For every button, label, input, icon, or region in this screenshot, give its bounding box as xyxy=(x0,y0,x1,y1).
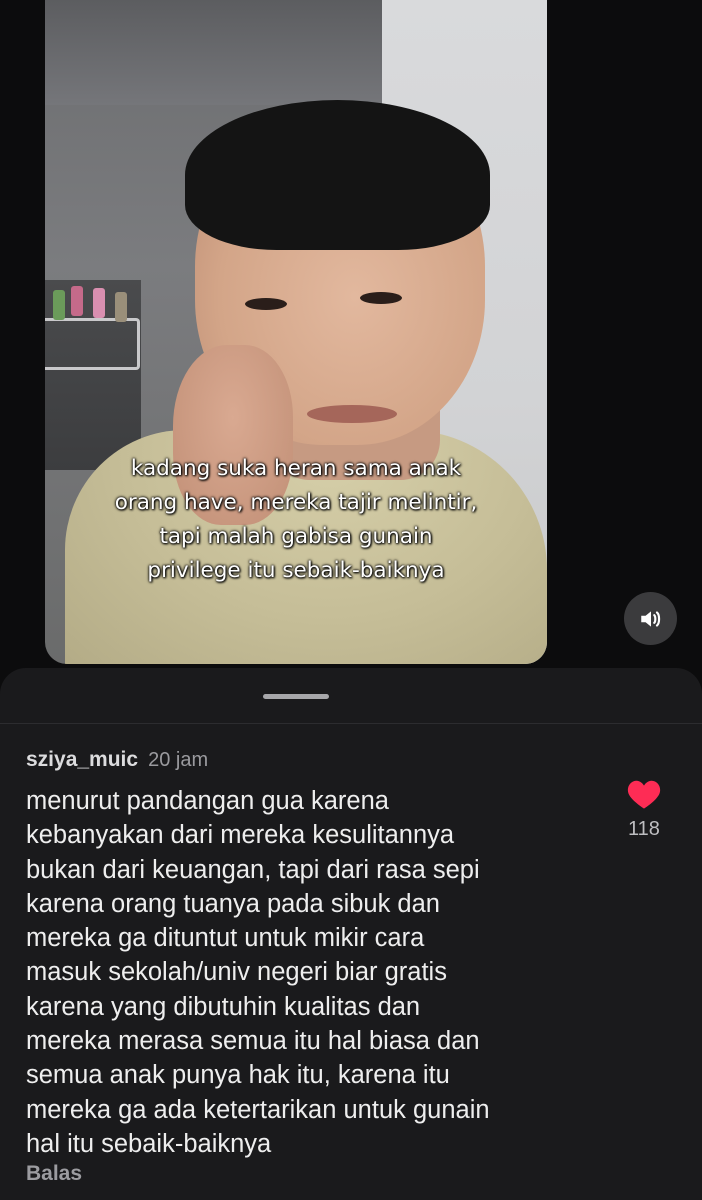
speaker-volume-icon xyxy=(640,610,660,627)
video-caption-line: orang have, mereka tajir melintir, xyxy=(114,490,478,515)
video-caption: kadang suka heran sama anak orang have, … xyxy=(45,452,547,588)
video-person-eye xyxy=(360,292,402,304)
comments-panel: sziya_muic 20 jam menurut pandangan gua … xyxy=(0,668,702,1200)
comment-timestamp: 20 jam xyxy=(148,749,209,771)
comment-username[interactable]: sziya_muic xyxy=(26,748,138,772)
panel-divider xyxy=(0,723,702,724)
comment-text-line: menurut pandangan gua karena xyxy=(26,787,389,815)
video-caption-line: privilege itu sebaik-baiknya xyxy=(147,558,445,583)
video-person-eye xyxy=(245,298,287,310)
video-person-hair xyxy=(185,100,490,250)
like-button[interactable]: 118 xyxy=(620,778,668,841)
reply-button[interactable]: Balas xyxy=(26,1162,82,1186)
comment-text-line: mereka ga dituntut untuk mikir cara xyxy=(26,924,425,953)
comment-text-line: mereka ga ada ketertarikan untuk gunain xyxy=(26,1095,490,1124)
video-caption-line: kadang suka heran sama anak xyxy=(130,456,462,481)
drag-handle[interactable] xyxy=(263,694,329,699)
video-background-bottle xyxy=(93,288,105,318)
video-background-bottle xyxy=(71,286,83,316)
video-background-rack xyxy=(45,318,140,370)
video-person-mouth xyxy=(307,405,397,423)
like-count: 118 xyxy=(628,818,660,840)
comment-text: menurut pandangan gua karena kebanyakan … xyxy=(26,784,606,1161)
video-background-bottle xyxy=(115,292,127,322)
comment-text-line: karena orang tuanya pada sibuk dan xyxy=(26,889,440,918)
sound-toggle-button[interactable] xyxy=(624,592,677,645)
video-caption-line: tapi malah gabisa gunain xyxy=(159,524,433,549)
comment-text-line: semua anak punya hak itu, karena itu xyxy=(26,1061,450,1090)
video-area: kadang suka heran sama anak orang have, … xyxy=(0,0,702,690)
comment-text-line: bukan dari keuangan, tapi dari rasa sepi xyxy=(26,855,480,884)
heart-icon xyxy=(627,780,661,809)
video-background-bottle xyxy=(53,290,65,320)
comment-text-line: kebanyakan dari mereka kesulitannya xyxy=(26,821,455,850)
comment-text-line: hal itu sebaik-baiknya xyxy=(26,1129,272,1158)
comment-text-line: masuk sekolah/univ negeri biar gratis xyxy=(26,958,447,987)
comment-header: sziya_muic 20 jam xyxy=(26,748,208,772)
video-background-ceiling xyxy=(45,0,385,105)
comment-text-line: mereka merasa semua itu hal biasa dan xyxy=(26,1027,480,1056)
comment-text-line: karena yang dibutuhin kualitas dan xyxy=(26,992,421,1021)
